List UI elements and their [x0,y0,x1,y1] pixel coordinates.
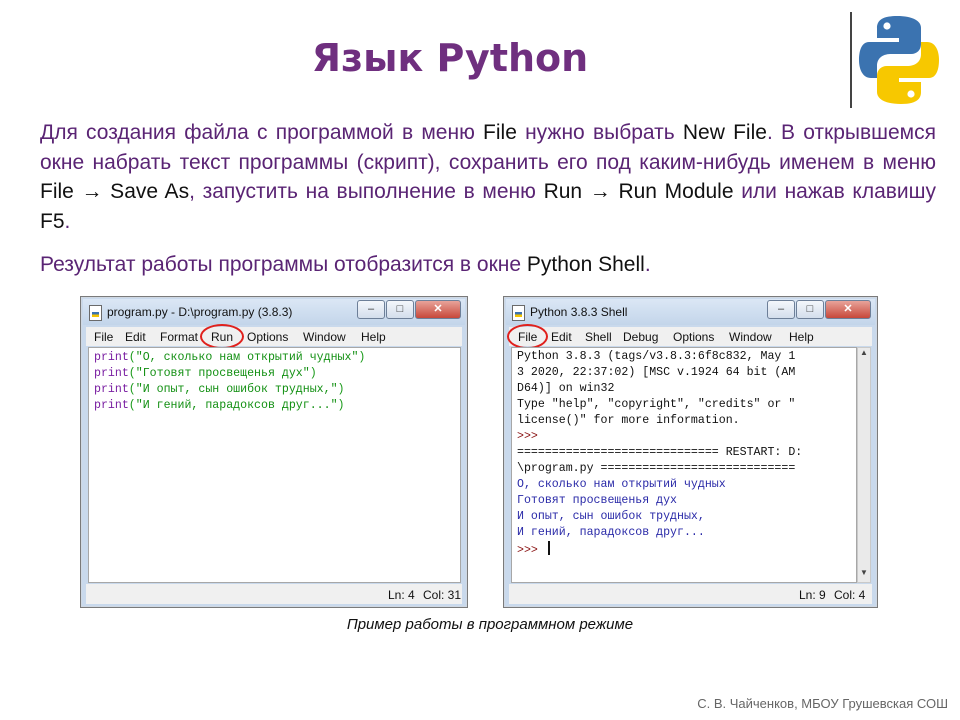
para-keyword: Python Shell [526,253,645,276]
menu-options[interactable]: Options [247,330,288,344]
para-text: , запустить на выполнение в меню [189,180,544,203]
slide-title: Язык Python [311,36,589,80]
file-highlight-circle [507,324,548,349]
menu-help[interactable]: Help [361,330,386,344]
para-keyword: New File [682,121,767,144]
author-footer: С. В. Чайченков, МБОУ Грушевская СОШ [697,696,948,711]
code-string: "И гений, парадоксов друг..." [135,399,338,412]
menu-file[interactable]: File [94,330,113,344]
run-highlight-circle [200,324,244,349]
status-column: Col: 4 [834,588,866,602]
shell-prompt: >>> [517,430,545,443]
code-paren: ) [358,351,366,364]
close-button[interactable]: ✕ [415,300,461,319]
python-file-icon [89,305,102,321]
shell-line: D64)] on win32 [517,382,615,395]
program-output-line: Готовят просвещенья дух [517,494,678,507]
editor-statusbar: Ln: 4 Col: 31 [86,584,462,604]
para-keyword: F5 [40,209,65,233]
shell-window: Python 3.8.3 Shell – □ ✕ File Edit Shell… [503,296,878,608]
scroll-up-icon[interactable]: ▲ [858,348,870,362]
para-text: нужно выбрать [516,121,683,144]
restart-line: \program.py ============================ [517,462,796,475]
python-shell-icon [512,305,525,321]
program-output-line: О, сколько нам открытий чудных [517,478,726,491]
code-string: "И опыт, сын ошибок трудных," [135,383,338,396]
menu-window[interactable]: Window [303,330,346,344]
status-line: Ln: 9 [799,588,826,602]
para-text: . [64,209,71,233]
para-keyword: File → Save As [40,180,190,203]
figure-caption: Пример работы в программном режиме [346,616,634,633]
shell-menubar: File Edit Shell Debug Options Window Hel… [509,327,872,346]
shell-output[interactable]: Python 3.8.3 (tags/v3.8.3:6f8c832, May 1… [511,347,857,583]
code-paren: ( [128,399,136,412]
program-output-line: И опыт, сын ошибок трудных, [517,510,705,523]
menu-edit[interactable]: Edit [551,330,572,344]
menu-options[interactable]: Options [673,330,714,344]
code-keyword: print [94,399,129,412]
status-line: Ln: 4 [388,588,415,602]
shell-titlebar[interactable]: Python 3.8.3 Shell – □ ✕ [506,299,875,325]
restart-line: ============================= RESTART: D… [517,446,803,459]
code-keyword: print [94,367,129,380]
maximize-button[interactable]: □ [386,300,414,319]
text-cursor [547,541,550,555]
code-keyword: print [94,351,129,364]
shell-line: license()" for more information. [517,414,740,427]
menu-window[interactable]: Window [729,330,772,344]
shell-prompt: >>> [517,544,545,557]
close-button[interactable]: ✕ [825,300,871,319]
code-editor[interactable]: print("О, сколько нам открытий чудных") p… [88,347,461,583]
minimize-button[interactable]: – [767,300,795,319]
code-line: print("О, сколько нам открытий чудных") [94,350,455,366]
para-text: или нажав клавишу [733,180,937,203]
title-divider [850,12,852,108]
minimize-button[interactable]: – [357,300,385,319]
python-logo-icon [859,16,939,104]
code-paren: ( [128,383,136,396]
menu-format[interactable]: Format [160,330,198,344]
window-title: program.py - D:\program.py (3.8.3) [107,305,293,319]
editor-titlebar[interactable]: program.py - D:\program.py (3.8.3) – □ ✕ [83,299,465,325]
instructions-paragraph: Для создания файла с программой в меню F… [40,118,936,236]
editor-menubar: File Edit Format Run Options Window Help [86,327,462,346]
shell-line: Python 3.8.3 (tags/v3.8.3:6f8c832, May 1 [517,350,796,363]
menu-shell[interactable]: Shell [585,330,612,344]
window-title: Python 3.8.3 Shell [530,305,628,319]
result-paragraph: Результат работы программы отобразится в… [40,250,936,280]
code-string: "О, сколько нам открытий чудных" [135,351,359,364]
shell-statusbar: Ln: 9 Col: 4 [509,584,872,604]
menu-edit[interactable]: Edit [125,330,146,344]
shell-line: 3 2020, 22:37:02) [MSC v.1924 64 bit (AM [517,366,796,379]
menu-help[interactable]: Help [789,330,814,344]
code-line: print("И гений, парадоксов друг...") [94,398,455,414]
code-line: print("И опыт, сын ошибок трудных,") [94,382,455,398]
code-paren: ) [337,383,345,396]
program-output-line: И гений, парадоксов друг... [517,526,705,539]
code-paren: ( [128,367,136,380]
code-paren: ) [309,367,317,380]
para-text: Для создания файла с программой в меню [40,121,484,144]
para-keyword: Run → Run Module [543,180,734,203]
status-column: Col: 31 [423,588,462,602]
vertical-scrollbar[interactable]: ▲ ▼ [857,347,871,583]
scroll-down-icon[interactable]: ▼ [858,568,870,582]
para-keyword: File [483,121,517,144]
input-line[interactable]: >>> [517,541,851,559]
para-text: . [644,253,651,276]
editor-window: program.py - D:\program.py (3.8.3) – □ ✕… [80,296,468,608]
code-string: "Готовят просвещенья дух" [135,367,310,380]
code-paren: ( [128,351,136,364]
shell-line: Type "help", "copyright", "credits" or " [517,398,796,411]
code-keyword: print [94,383,129,396]
menu-debug[interactable]: Debug [623,330,658,344]
code-line: print("Готовят просвещенья дух") [94,366,455,382]
para-text: Результат работы программы отобразится в… [40,253,527,276]
maximize-button[interactable]: □ [796,300,824,319]
code-paren: ) [337,399,345,412]
